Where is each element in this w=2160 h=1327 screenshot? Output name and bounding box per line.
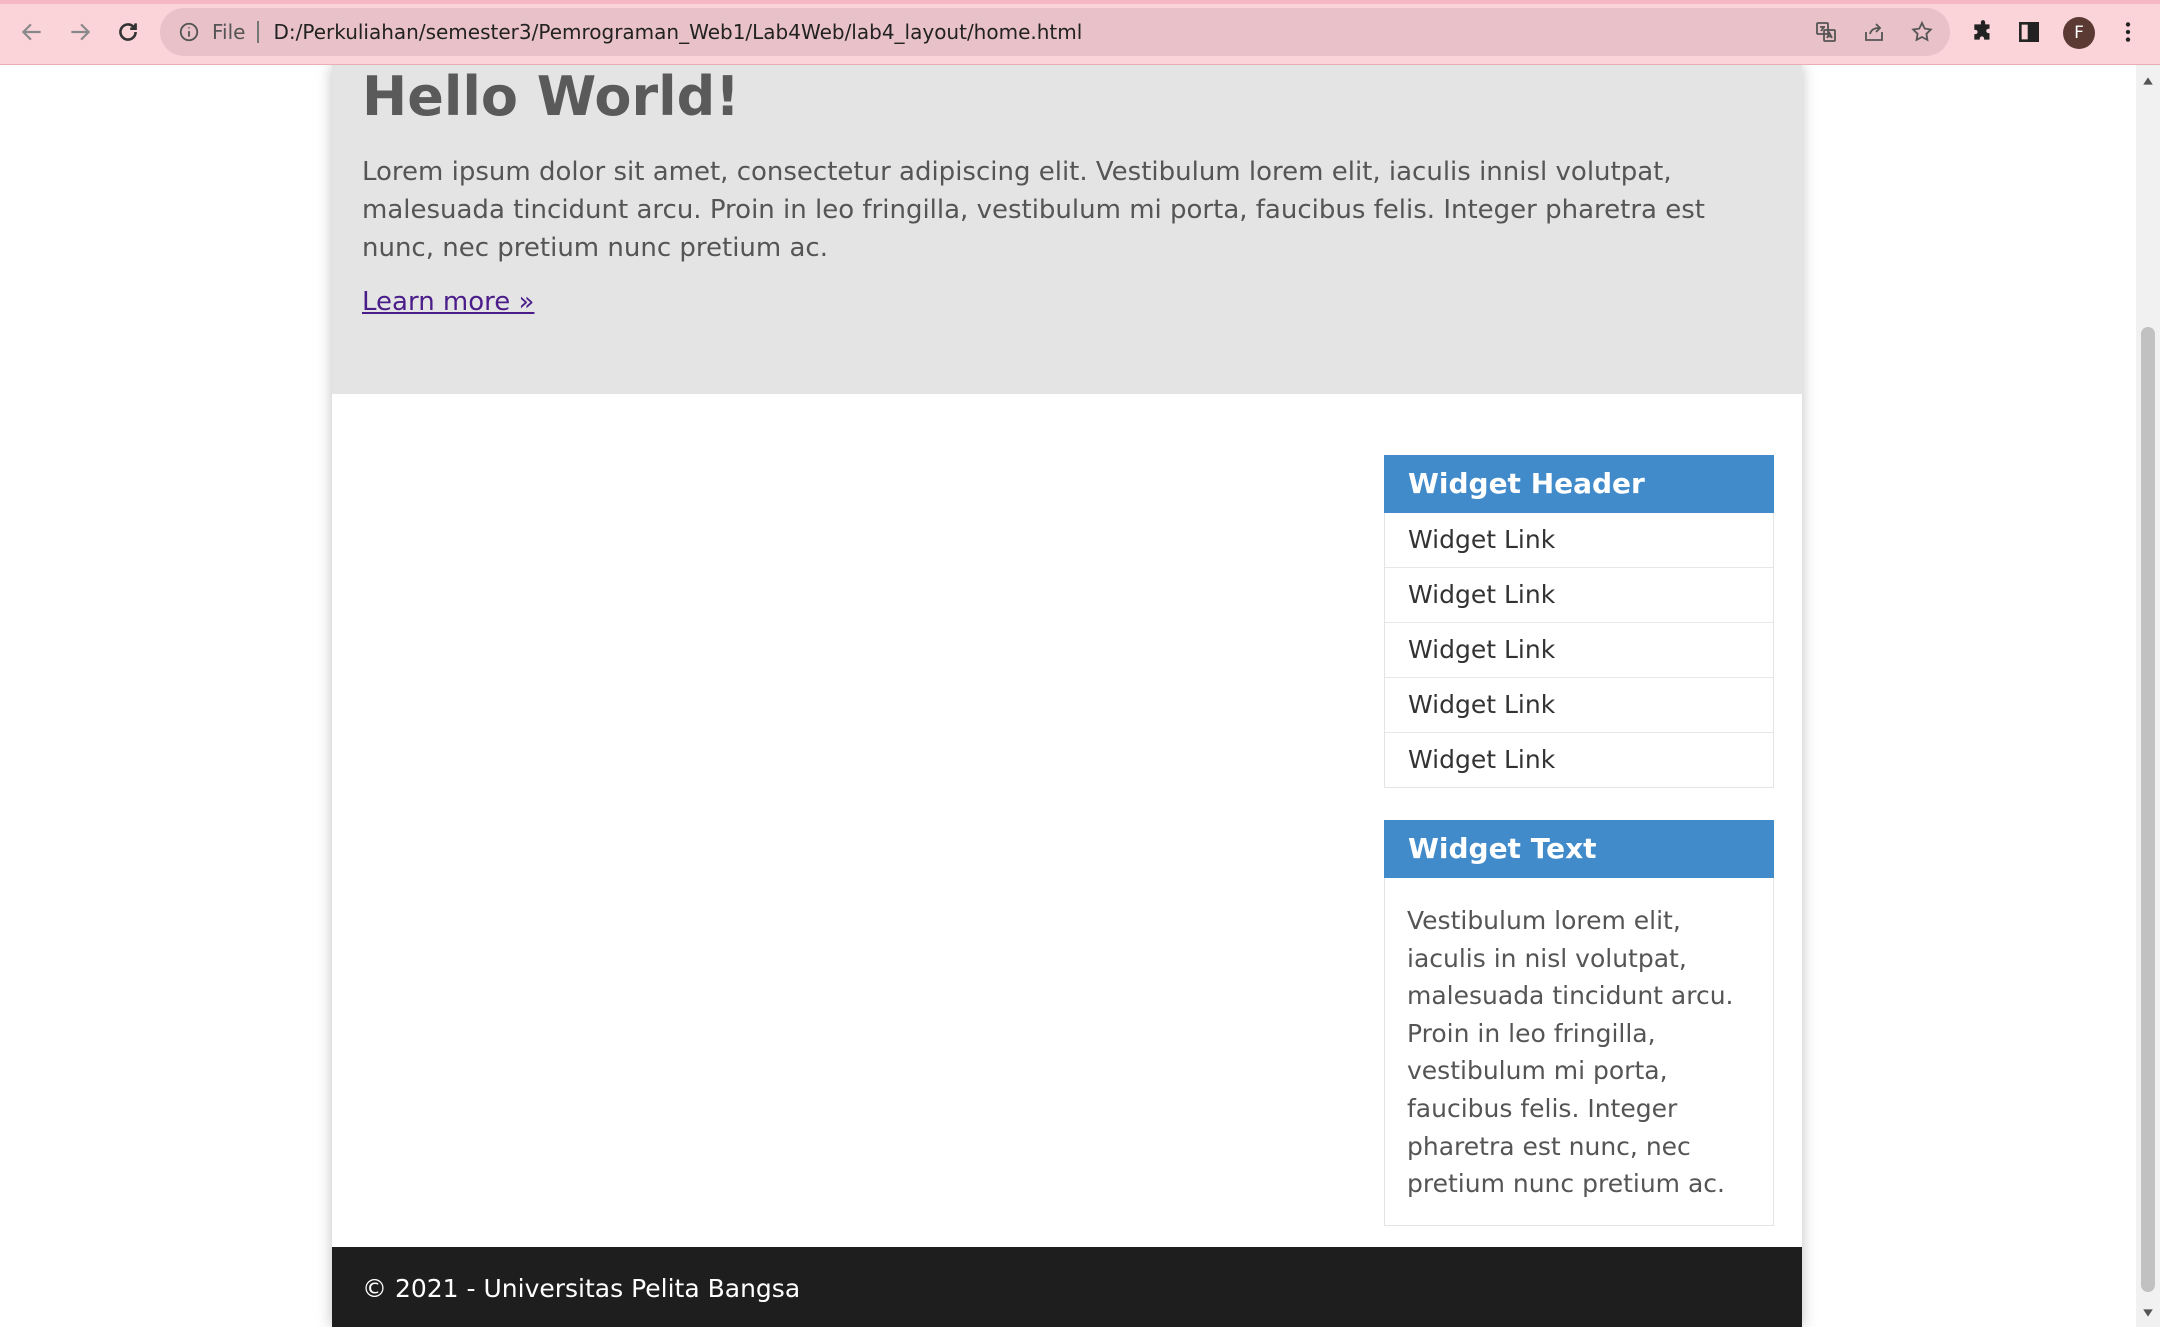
widget-link-1[interactable]: Widget Link bbox=[1385, 513, 1773, 568]
back-button[interactable] bbox=[12, 12, 52, 52]
hero-body: Lorem ipsum dolor sit amet, consectetur … bbox=[362, 157, 1705, 263]
info-icon[interactable] bbox=[178, 21, 200, 43]
learn-more-link[interactable]: Learn more » bbox=[362, 287, 534, 317]
translate-icon[interactable] bbox=[1812, 18, 1840, 46]
arrow-right-icon bbox=[71, 23, 91, 41]
page-container: Hello World! Lorem ipsum dolor sit amet,… bbox=[332, 65, 1802, 1327]
page-footer: © 2021 - Universitas Pelita Bangsa bbox=[332, 1247, 1802, 1327]
reload-button[interactable] bbox=[108, 12, 148, 52]
puzzle-icon[interactable] bbox=[1967, 16, 1999, 48]
footer-text: © 2021 - Universitas Pelita Bangsa bbox=[362, 1274, 801, 1303]
forward-button[interactable] bbox=[60, 12, 100, 52]
reload-icon bbox=[119, 23, 137, 41]
profile-avatar[interactable]: F bbox=[2063, 17, 2095, 49]
widget-link-3[interactable]: Widget Link bbox=[1385, 623, 1773, 678]
widget-header: Widget Header bbox=[1384, 455, 1774, 513]
scroll-down-arrow-icon[interactable] bbox=[2136, 1301, 2160, 1325]
widget-link-list: Widget Link Widget Link Widget Link Widg… bbox=[1384, 513, 1774, 788]
hero-title: Hello World! bbox=[362, 65, 740, 128]
arrow-left-icon bbox=[21, 23, 41, 41]
page-viewport: Hello World! Lorem ipsum dolor sit amet,… bbox=[0, 65, 2136, 1327]
widget-link-2[interactable]: Widget Link bbox=[1385, 568, 1773, 623]
side-panel-icon[interactable] bbox=[2013, 16, 2045, 48]
url-text[interactable]: D:/Perkuliahan/semester3/Pemrograman_Web… bbox=[273, 20, 1082, 44]
links-widget: Widget Header Widget Link Widget Link Wi… bbox=[1384, 455, 1774, 788]
scrollbar-thumb[interactable] bbox=[2141, 327, 2155, 1292]
scroll-up-arrow-icon[interactable] bbox=[2136, 69, 2160, 93]
share-icon[interactable] bbox=[1860, 18, 1888, 46]
widget-link-5[interactable]: Widget Link bbox=[1385, 733, 1773, 787]
hero-section: Hello World! Lorem ipsum dolor sit amet,… bbox=[332, 65, 1802, 394]
sidebar: Widget Header Widget Link Widget Link Wi… bbox=[1384, 455, 1774, 1226]
kebab-menu-icon[interactable] bbox=[2112, 16, 2144, 48]
widget-text-body: Vestibulum lorem elit, iaculis in nisl v… bbox=[1384, 878, 1774, 1226]
browser-toolbar: File D:/Perkuliahan/semester3/Pemrograma… bbox=[0, 0, 2160, 65]
divider bbox=[257, 21, 260, 43]
text-widget: Widget Text Vestibulum lorem elit, iacul… bbox=[1384, 820, 1774, 1226]
address-bar[interactable]: File D:/Perkuliahan/semester3/Pemrograma… bbox=[160, 8, 1950, 56]
widget-link-4[interactable]: Widget Link bbox=[1385, 678, 1773, 733]
tab-strip-edge bbox=[0, 0, 2160, 4]
vertical-scrollbar[interactable] bbox=[2136, 65, 2160, 1327]
widget-text-header: Widget Text bbox=[1384, 820, 1774, 878]
url-scheme-label: File bbox=[212, 20, 246, 44]
star-icon[interactable] bbox=[1908, 18, 1936, 46]
